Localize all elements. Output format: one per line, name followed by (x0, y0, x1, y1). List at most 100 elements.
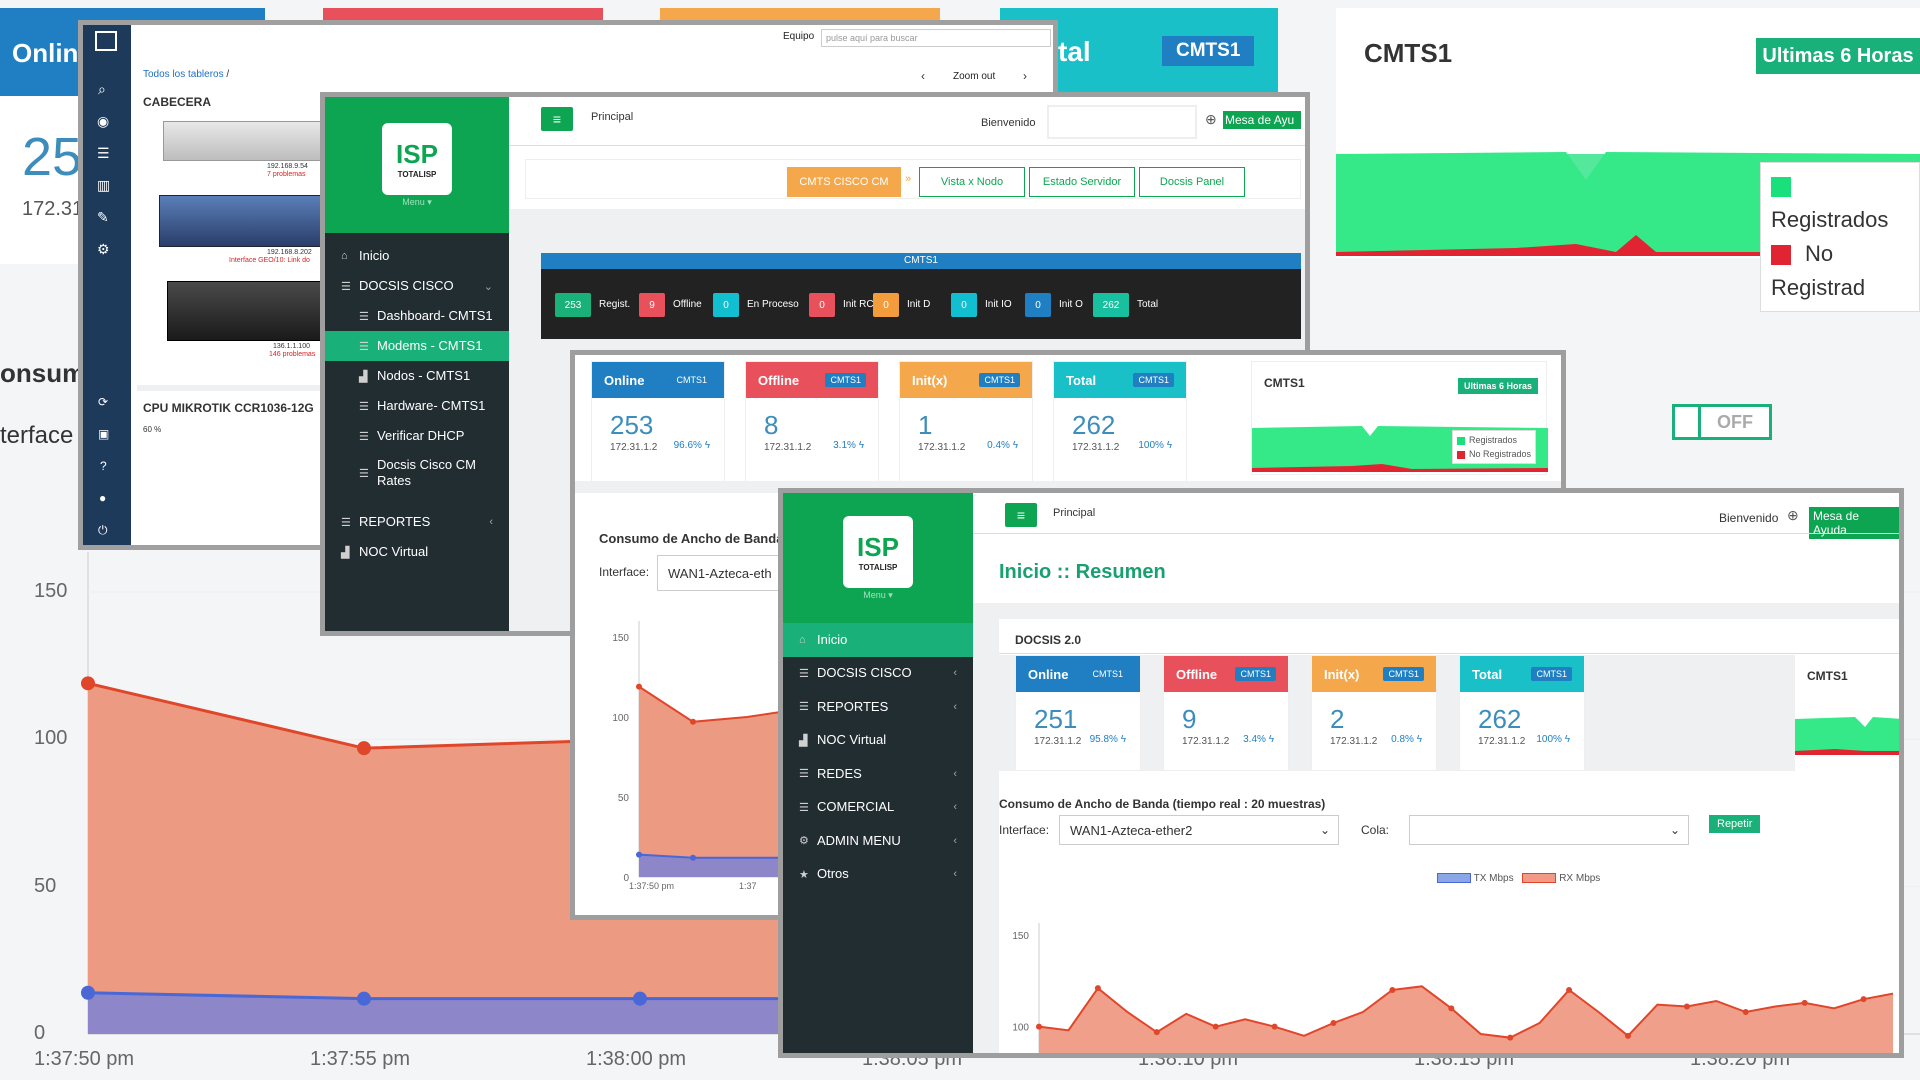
menu-icon: ☰ (341, 516, 351, 529)
breadcrumb[interactable]: Todos los tableros / (143, 69, 229, 80)
logo-area: ISP TOTALISP Menu ▾ (783, 493, 973, 623)
data-point (81, 985, 95, 1000)
user-icon[interactable]: ● (99, 491, 106, 505)
bg-off-toggle[interactable]: OFF (1672, 404, 1772, 440)
globe-icon[interactable]: ⊕ (1205, 111, 1217, 128)
share-icon[interactable]: ▣ (98, 427, 109, 441)
sidebar-item-label: ADMIN MENU (817, 832, 901, 848)
sidebar-item[interactable]: ★ Otros ‹ (783, 858, 973, 892)
sidebar-item[interactable]: ☰ DOCSIS CISCO ⌄ (325, 271, 509, 301)
logo-sub: TOTALISP (858, 562, 898, 572)
hamburger-button[interactable]: ≡ (541, 107, 573, 131)
sidebar-item[interactable]: ☰ Hardware- CMTS1 (325, 391, 509, 421)
interface-select[interactable]: WAN1-Azteca-ether2 ⌄ (1059, 815, 1339, 845)
stat-card-total[interactable]: Total CMTS1 262 172.31.1.2 100% ϟ (1459, 655, 1585, 771)
tab-vista-nodo[interactable]: Vista x Nodo (919, 167, 1025, 197)
sidebar-item[interactable]: ▟ NOC Virtual (325, 537, 509, 567)
stat-card-total[interactable]: Total CMTS1 262 172.31.1.2 100% ϟ (1053, 361, 1187, 485)
data-point (1624, 1032, 1631, 1039)
eye-icon[interactable]: ◉ (97, 113, 109, 130)
mini-legend-no-registrados: No Registrados (1469, 449, 1532, 459)
card-title: Offline (1176, 666, 1218, 682)
stat-card-online[interactable]: Online CMTS1 251 172.31.1.2 95.8% ϟ (1015, 655, 1141, 771)
device-problems[interactable]: 7 problemas (267, 171, 306, 178)
sidebar-item-label: Dashboard- CMTS1 (377, 308, 493, 323)
tab-estado-servidor[interactable]: Estado Servidor (1029, 167, 1135, 197)
stat-card-initx[interactable]: Init(x) CMTS1 2 172.31.1.2 0.8% ϟ (1311, 655, 1437, 771)
sidebar-item[interactable]: ☰ Verificar DHCP (325, 421, 509, 451)
header-divider (973, 533, 1899, 534)
tab-docsis-panel[interactable]: Docsis Panel (1139, 167, 1245, 197)
bg-online-ip: 172.31 (22, 198, 84, 220)
interface-label: Interface: (599, 565, 650, 579)
prev-icon[interactable]: ‹ (921, 69, 925, 83)
stat-label: Init IO (985, 299, 1012, 310)
stat-card-online[interactable]: Online CMTS1 253 172.31.1.2 96.6% ϟ (591, 361, 725, 485)
zoom-out-button[interactable]: Zoom out (953, 71, 995, 82)
logo-text: ISP (857, 531, 899, 562)
isp-logo: ISP TOTALISP (382, 122, 452, 195)
range-button[interactable]: Ultimas 6 Horas (1458, 378, 1539, 394)
y-tick-label: 150 (34, 580, 68, 602)
data-point (1389, 987, 1396, 993)
sidebar-item[interactable]: ☰ REPORTES ‹ (783, 690, 973, 724)
stat-label: En Proceso (747, 299, 799, 310)
data-point (81, 676, 95, 691)
card-title: Total (1472, 666, 1503, 682)
equipo-search-input[interactable]: pulse aquí para buscar (821, 29, 1051, 47)
sidebar-item[interactable]: ⌂ Inicio (325, 241, 509, 271)
next-icon[interactable]: › (1023, 69, 1027, 83)
device-problems[interactable]: 146 problemas (269, 351, 315, 358)
support-icon[interactable]: ⟳ (98, 395, 108, 409)
stat-card-offline[interactable]: Offline CMTS1 8 172.31.1.2 3.1% ϟ (745, 361, 879, 485)
logo-menu[interactable]: Menu ▾ (863, 590, 893, 601)
legend-rx: RX Mbps (1559, 873, 1601, 884)
sidebar-item-label: NOC Virtual (359, 544, 429, 559)
stat-label: Init RC (843, 299, 874, 310)
breadcrumb-link[interactable]: Todos los tableros (143, 69, 224, 80)
sidebar-item[interactable]: ⚙ ADMIN MENU ‹ (783, 824, 973, 858)
stat-value-badge: 0 (809, 293, 835, 317)
stat-card-initx[interactable]: Init(x) CMTS1 1 172.31.1.2 0.4% ϟ (899, 361, 1033, 485)
wrench-icon[interactable]: ✎ (97, 209, 109, 226)
sidebar-item[interactable]: ☰ REDES ‹ (783, 757, 973, 791)
power-icon[interactable]: ⏻ (98, 523, 108, 538)
hamburger-button[interactable]: ≡ (1005, 503, 1037, 527)
sidebar-item[interactable]: ⌂ Inicio (783, 623, 973, 657)
sidebar-item[interactable]: ☰ Modems - CMTS1 (325, 331, 509, 361)
stat-value-badge: 262 (1093, 293, 1129, 317)
mesa-ayuda-button[interactable]: Mesa de Ayuda (1809, 507, 1899, 539)
user-input[interactable] (1047, 105, 1197, 139)
bg-consumo-text: onsum (0, 358, 86, 388)
tab-cmts-cisco-cm[interactable]: CMTS CISCO CM (787, 167, 901, 197)
sidebar-item[interactable]: ▟ Nodos - CMTS1 (325, 361, 509, 391)
sidebar-item[interactable]: ☰ COMERCIAL ‹ (783, 791, 973, 825)
isp-logo: ISP TOTALISP (843, 515, 913, 588)
data-point (1683, 1003, 1690, 1010)
logo-menu[interactable]: Menu ▾ (402, 197, 432, 208)
bg-range-button[interactable]: Ultimas 6 Horas (1756, 38, 1920, 74)
sidebar-item[interactable]: ☰ Dashboard- CMTS1 (325, 301, 509, 331)
chart-icon[interactable]: ▥ (97, 177, 110, 194)
sidebar-item[interactable]: ☰ REPORTES ‹ (325, 507, 509, 537)
sidebar-item[interactable]: ☰ DOCSIS CISCO ‹ (783, 657, 973, 691)
mini-legend: Registrados No Registrados (1452, 430, 1537, 464)
interface-select[interactable]: WAN1-Azteca-eth (657, 555, 797, 591)
mesa-ayuda-button[interactable]: Mesa de Ayu (1223, 111, 1301, 129)
card-badge: CMTS1 (1087, 667, 1128, 681)
card-percent: 100% ϟ (1138, 440, 1172, 451)
help-icon[interactable]: ? (100, 459, 107, 473)
repetir-button[interactable]: Repetir (1709, 815, 1761, 833)
card-ip: 172.31.1.2 (1072, 442, 1120, 453)
sidebar-item[interactable]: ▟ NOC Virtual (783, 724, 973, 758)
card-title: Init(x) (1324, 666, 1360, 682)
sidebar-item[interactable]: ☰ Docsis Cisco CM Rates (325, 451, 509, 495)
stat-card-offline[interactable]: Offline CMTS1 9 172.31.1.2 3.4% ϟ (1163, 655, 1289, 771)
settings-icon[interactable]: ⚙ (97, 241, 110, 258)
device-problems[interactable]: Interface GEO/10: Link do (229, 257, 310, 264)
globe-icon[interactable]: ⊕ (1787, 507, 1799, 524)
search-icon[interactable]: ⌕ (98, 81, 106, 98)
cola-select[interactable]: ⌄ (1409, 815, 1689, 845)
list-icon[interactable]: ☰ (97, 145, 110, 162)
card-header: Total CMTS1 (1054, 362, 1186, 398)
